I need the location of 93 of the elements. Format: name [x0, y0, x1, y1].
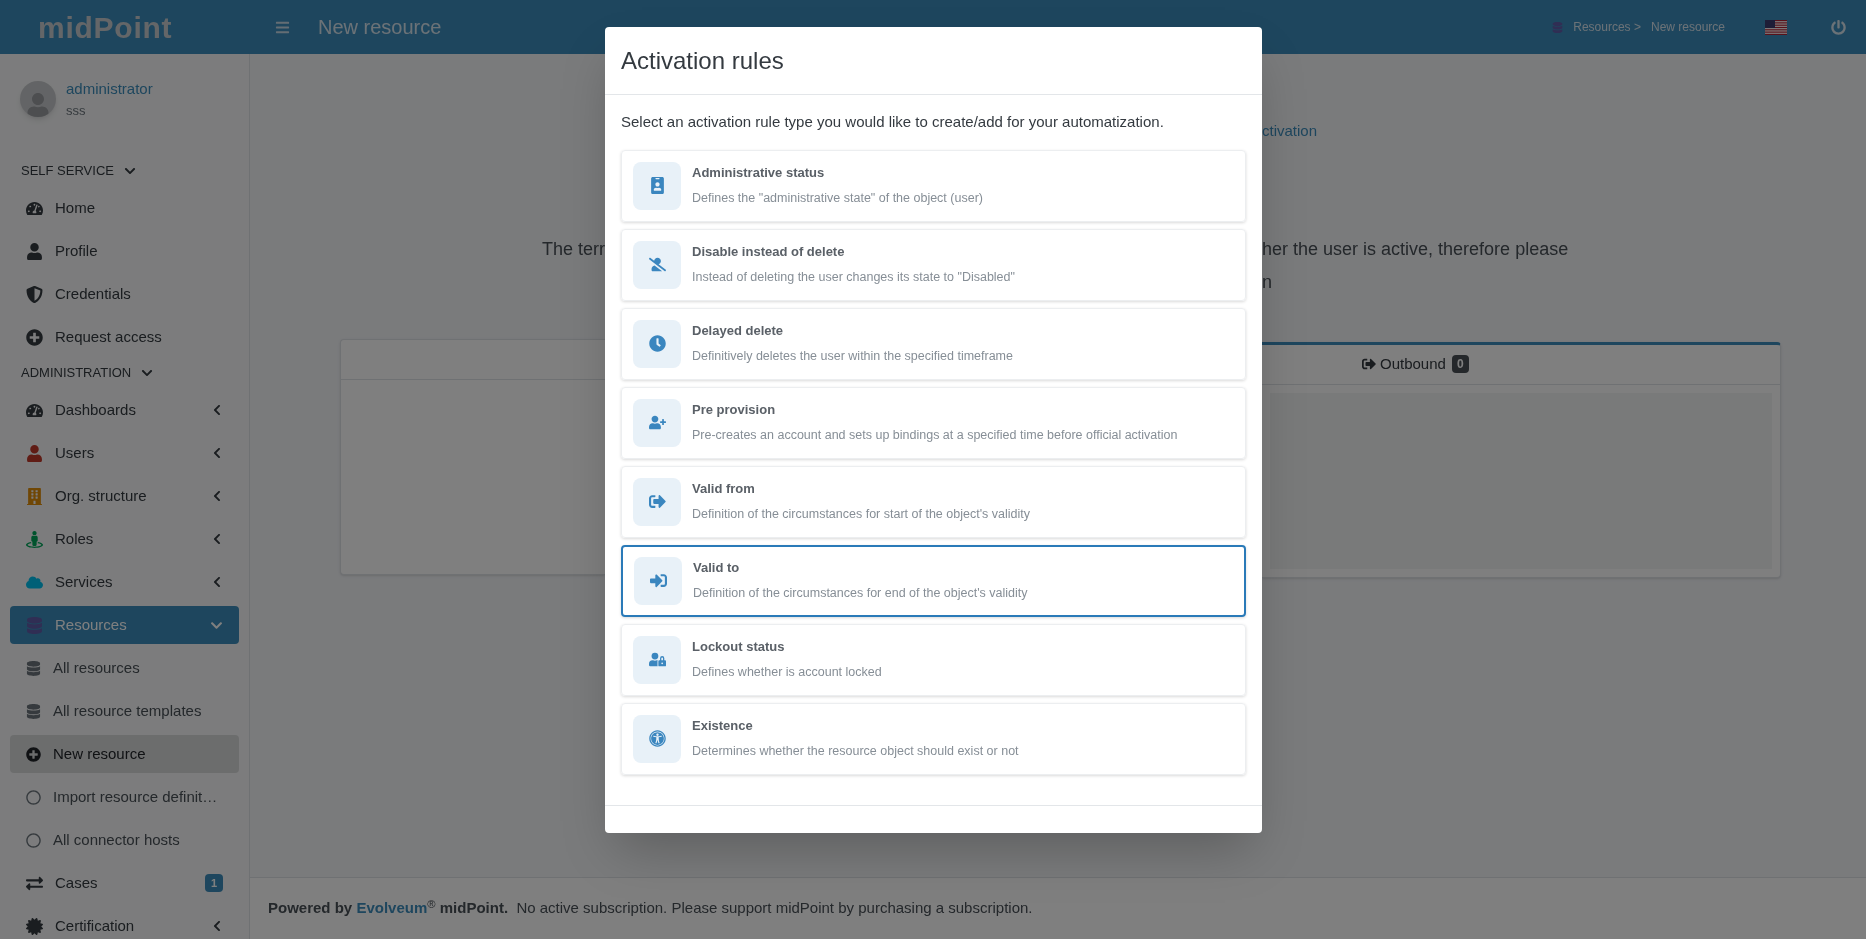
sidebar-item[interactable]: Certification — [10, 907, 239, 939]
rule-title: Existence — [692, 717, 754, 736]
arrows-icon — [26, 874, 43, 892]
modal-description: Select an activation rule type you would like to create/add for your automatization. — [621, 112, 1165, 132]
footer-text: Powered by Evolveum$^{®}$ midPoint. No active subscription. Please support midPoint by purchasing a subscription. — [268, 897, 1033, 919]
shield-icon — [26, 285, 43, 303]
rule-option[interactable]: Disable instead of delete Instead of deleting the user changes its state to "Disabled" — [621, 228, 1246, 301]
chevron-down-icon — [141, 367, 154, 379]
rule-title: Delayed delete — [692, 322, 785, 341]
chevron-down-icon — [123, 165, 136, 177]
sidebar-item[interactable]: Services — [10, 563, 239, 601]
sidebar-item[interactable]: Credentials — [10, 275, 239, 313]
sidebar-subitem[interactable]: All resource templates — [10, 692, 239, 730]
user-subtitle: sss — [66, 101, 87, 120]
user-plus-icon — [648, 414, 666, 431]
user-icon — [26, 444, 43, 462]
chevron-left-icon — [211, 533, 223, 545]
sidebar-item[interactable]: Resources — [10, 606, 239, 644]
chevron-left-icon — [211, 447, 223, 459]
rule-description: Definition of the circumstances for end of the object's validity — [693, 584, 1028, 602]
sidebar-subitem[interactable]: New resource — [10, 735, 239, 773]
sign-out-icon — [1362, 357, 1376, 371]
rule-option[interactable]: Administrative status Defines the "administrative state" of the object (user) — [621, 149, 1246, 222]
user-name-link[interactable]: administrator — [66, 78, 153, 101]
badge-icon — [26, 917, 43, 935]
user-slash-icon — [648, 256, 666, 273]
sidebar-item[interactable]: Home — [10, 189, 239, 227]
rule-option[interactable]: Delayed delete Definitively deletes the user within the specified timeframe — [621, 307, 1246, 380]
section-header[interactable]: ADMINISTRATION — [10, 360, 239, 386]
sidebar-subitem[interactable]: All resources — [10, 649, 239, 687]
rule-title: Disable instead of delete — [692, 243, 846, 262]
rule-option[interactable]: Valid from Definition of the circumstances for start of the object's validity — [621, 465, 1246, 538]
database-icon — [26, 703, 41, 719]
sign-in-icon — [649, 572, 667, 589]
chevron-left-icon — [211, 490, 223, 502]
gauge-icon — [26, 199, 43, 217]
rule-title: Pre provision — [692, 401, 777, 420]
chevron-left-icon — [211, 576, 223, 588]
modal-title: Activation rules — [621, 45, 784, 76]
rule-description: Definition of the circumstances for start of the object's validity — [692, 505, 1030, 523]
rule-description: Determines whether the resource object should exist or not — [692, 742, 1019, 760]
rule-option[interactable]: Lockout status Defines whether is account locked — [621, 623, 1246, 696]
person-ring-icon — [26, 530, 43, 548]
menu-icon[interactable] — [275, 19, 290, 35]
sidebar-item[interactable]: Cases 1 — [10, 864, 239, 902]
page-title: New resource — [318, 15, 442, 40]
power-icon[interactable] — [1831, 19, 1846, 35]
rule-description: Pre-creates an account and sets up bindings at a specified time before official activation — [692, 426, 1178, 444]
activation-link[interactable]: ctivation — [1262, 120, 1866, 143]
database-icon — [26, 660, 41, 676]
rule-description: Defines the "administrative state" of the object (user) — [692, 189, 983, 207]
database-icon — [26, 616, 43, 634]
database-icon — [1552, 21, 1564, 33]
sidebar-item[interactable]: Profile — [10, 232, 239, 270]
count-badge: 0 — [1451, 355, 1469, 373]
rule-description: Definitively deletes the user within the specified timeframe — [692, 347, 1013, 365]
sidebar-item[interactable]: Request access — [10, 318, 239, 356]
sidebar-subitem[interactable]: Import resource definit… — [10, 778, 239, 816]
gauge-icon — [26, 401, 43, 419]
rule-title: Valid from — [692, 480, 756, 499]
sidebar-item[interactable]: Roles — [10, 520, 239, 558]
count-badge: 1 — [204, 873, 223, 893]
sidebar-subitem[interactable]: All connector hosts — [10, 821, 239, 859]
building-icon — [26, 487, 43, 505]
intro-text: n — [1262, 270, 1272, 294]
sign-out-icon — [648, 493, 666, 510]
rule-title: Administrative status — [692, 164, 826, 183]
breadcrumb-link[interactable]: New resource — [1650, 18, 1725, 36]
rule-option[interactable]: Existence Determines whether the resource object should exist or not — [621, 702, 1246, 775]
rule-description: Defines whether is account locked — [692, 663, 882, 681]
intro-text: The terr — [540, 238, 605, 261]
chevron-left-icon — [211, 404, 223, 416]
user-lock-icon — [648, 651, 666, 668]
sidebar-item[interactable]: Dashboards — [10, 391, 239, 429]
rule-option[interactable]: Valid to Definition of the circumstances for end of the object's validity — [621, 544, 1246, 617]
rule-description: Instead of deleting the user changes its state to "Disabled" — [692, 268, 1015, 286]
id-badge-icon — [648, 177, 666, 194]
user-icon — [26, 93, 50, 117]
evolveum-link[interactable]: Evolveum — [356, 899, 428, 917]
clock-icon — [648, 335, 666, 352]
rule-option[interactable]: Pre provision Pre-creates an account and sets up bindings at a specified time before official activation — [621, 386, 1246, 459]
chevron-left-icon — [211, 920, 223, 932]
section-header[interactable]: SELF SERVICE — [10, 158, 239, 184]
breadcrumb-link[interactable]: Resources > — [1573, 18, 1641, 36]
sidebar-item[interactable]: Users — [10, 434, 239, 472]
intro-text: her the user is active, therefore please — [1262, 237, 1569, 261]
sidebar-item[interactable]: Org. structure — [10, 477, 239, 515]
rule-title: Valid to — [693, 559, 741, 578]
outbound-tab[interactable]: Outbound 0 — [1362, 352, 1469, 376]
user-icon — [26, 242, 43, 260]
accessibility-icon — [648, 730, 666, 747]
rule-title: Lockout status — [692, 638, 786, 657]
flag-icon[interactable] — [1765, 19, 1787, 35]
